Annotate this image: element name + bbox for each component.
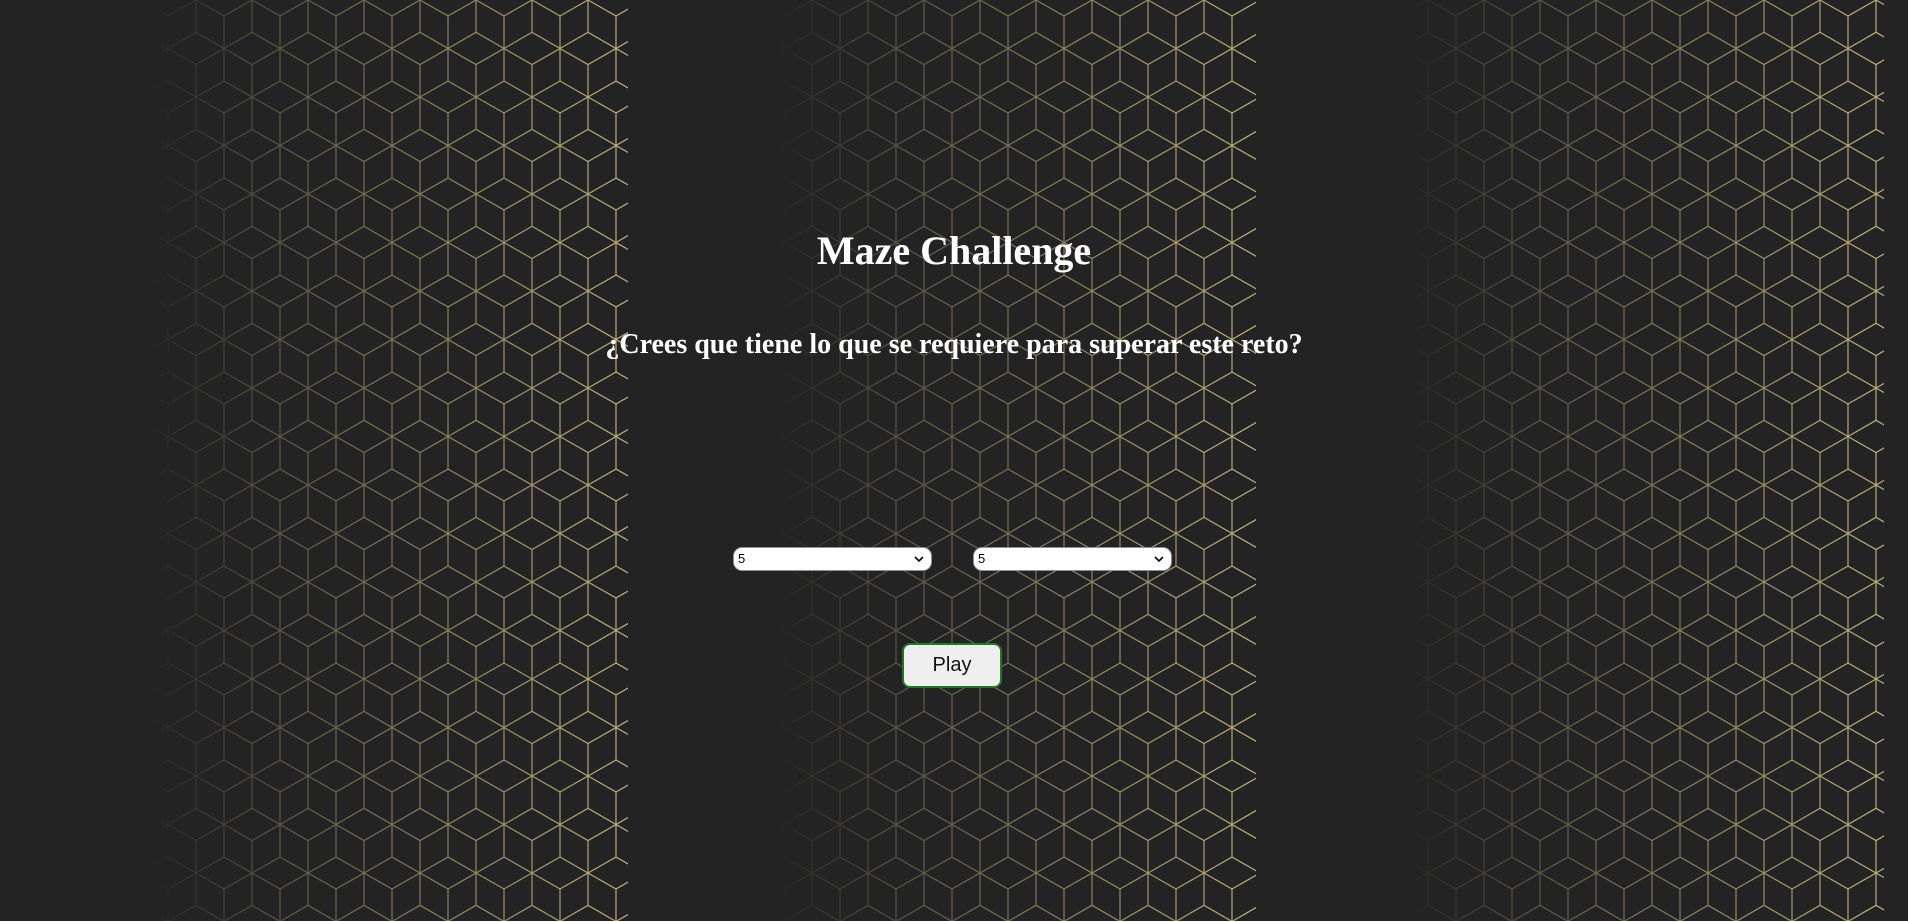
content-area: Maze Challenge ¿Crees que tiene lo que s… — [0, 0, 1908, 921]
page-root: Maze Challenge ¿Crees que tiene lo que s… — [0, 0, 1908, 922]
cols-select-value: 5 — [978, 551, 986, 566]
chevron-down-icon — [914, 556, 924, 563]
play-button[interactable]: Play — [902, 643, 1002, 688]
rows-select[interactable]: 5 — [733, 547, 932, 571]
cols-select[interactable]: 5 — [973, 547, 1172, 571]
rows-select-value: 5 — [738, 551, 746, 566]
page-title: Maze Challenge — [816, 228, 1092, 273]
chevron-down-icon — [1154, 556, 1164, 563]
page-subtitle: ¿Crees que tiene lo que se requiere para… — [605, 329, 1303, 360]
